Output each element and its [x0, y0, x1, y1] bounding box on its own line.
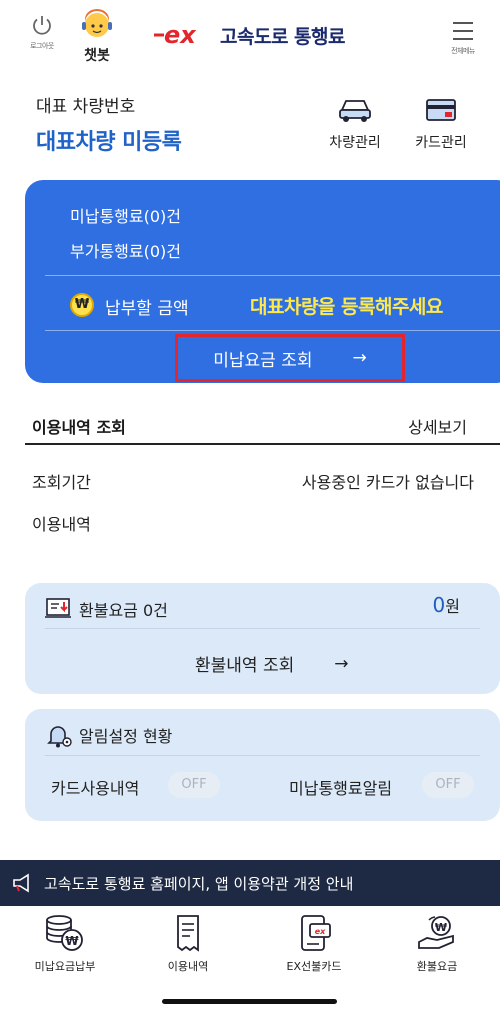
power-icon: [33, 16, 51, 35]
won-unit: 원: [445, 597, 460, 616]
refund-document-icon: [45, 598, 71, 618]
svg-text:ex: ex: [315, 927, 326, 936]
alert-settings-panel: 알림설정 현황 카드사용내역 OFF 미납통행료알림 OFF: [25, 709, 500, 821]
unpaid-alert-label: 미납통행료알림: [289, 779, 393, 798]
card-management-label: 카드관리: [415, 135, 467, 151]
bottom-navigation: ₩ 미납요금납부 이용내역 ex EX선불카드 ₩ 환불요금: [0, 906, 500, 1020]
logout-label: 로그아웃: [30, 42, 54, 50]
divider: [45, 330, 500, 331]
home-indicator[interactable]: [162, 999, 337, 1004]
app-title: 고속도로 통행료: [220, 25, 345, 48]
usage-section-title: 이용내역 조회: [32, 418, 126, 437]
refund-panel: 환불요금 0건 0원 환불내역 조회 →: [25, 583, 500, 694]
card-icon: [426, 99, 456, 121]
vehicle-management-label: 차량관리: [329, 135, 381, 151]
coin-stack-icon: ₩: [46, 915, 83, 951]
unpaid-alert-toggle[interactable]: OFF: [422, 772, 474, 798]
refund-amount-value: 0: [432, 593, 446, 617]
unpaid-toll-count[interactable]: 미납통행료(0)건: [70, 203, 181, 227]
won-coin-icon: ₩: [70, 293, 94, 317]
vehicle-number-label: 대표 차량번호: [36, 97, 136, 117]
svg-text:₩: ₩: [65, 934, 79, 948]
alert-settings-title: 알림설정 현황: [79, 727, 173, 746]
nav-label: 환불요금: [416, 960, 458, 973]
usage-detail-link[interactable]: 상세보기: [408, 414, 467, 438]
chatbot-button[interactable]: 챗봇: [72, 8, 122, 65]
hamburger-icon: [440, 22, 486, 40]
megaphone-icon: [13, 873, 29, 893]
full-menu-button[interactable]: 전체메뉴: [440, 18, 486, 56]
refund-hand-icon: ₩: [418, 916, 454, 949]
unpaid-lookup-label: 미납요금 조회: [213, 350, 313, 371]
refund-count-label: 환불요금 0건: [79, 601, 168, 620]
brand: ex 고속도로 통행료: [152, 20, 345, 50]
arrow-right-icon: →: [352, 348, 367, 368]
nav-label: EX선불카드: [286, 960, 342, 973]
chatbot-label: 챗봇: [84, 48, 110, 64]
notice-banner[interactable]: 고속도로 통행료 홈페이지, 앱 이용약관 개정 안내: [0, 860, 500, 906]
bell-gear-icon: [47, 726, 72, 748]
nav-label: 이용내역: [167, 960, 209, 973]
chatbot-avatar-icon: [82, 9, 112, 37]
extra-toll-count[interactable]: 부가통행료(0)건: [70, 238, 181, 262]
svg-text:₩: ₩: [435, 921, 447, 934]
divider: [25, 443, 500, 445]
register-vehicle-message: 대표차량을 등록해주세요: [250, 296, 443, 318]
divider: [45, 755, 480, 756]
unpaid-lookup-button[interactable]: 미납요금 조회 →: [175, 334, 405, 382]
refund-lookup-label: 환불내역 조회: [195, 656, 295, 676]
history-label: 이용내역: [32, 515, 91, 534]
nav-usage-history[interactable]: 이용내역: [133, 912, 243, 974]
ex-logo-icon: ex: [154, 21, 197, 49]
divider: [45, 275, 500, 276]
car-icon: [339, 100, 371, 122]
logout-button[interactable]: 로그아웃: [22, 14, 62, 51]
divider: [45, 628, 480, 629]
refund-amount: 0원: [433, 593, 460, 617]
vehicle-number-value: 대표차량 미등록: [36, 130, 182, 155]
card-usage-alert-label: 카드사용내역: [51, 779, 140, 798]
app-header: 로그아웃 챗봇 ex 고속도로 통행료 전체메뉴: [0, 0, 500, 80]
receipt-icon: [177, 915, 199, 952]
ex-logo-text: ex: [164, 21, 197, 49]
card-usage-toggle[interactable]: OFF: [168, 772, 220, 798]
arrow-right-icon: →: [334, 653, 349, 674]
no-card-message: 사용중인 카드가 없습니다: [301, 473, 474, 492]
menu-label: 전체메뉴: [451, 47, 475, 55]
prepaid-card-icon: ex: [301, 915, 331, 951]
period-label: 조회기간: [32, 473, 91, 492]
nav-label: 미납요금납부: [34, 960, 96, 973]
card-management-button[interactable]: 카드관리: [406, 96, 476, 152]
vehicle-management-button[interactable]: 차량관리: [320, 96, 390, 152]
pay-amount-label: 납부할 금액: [105, 299, 189, 319]
nav-refund[interactable]: ₩ 환불요금: [382, 912, 492, 974]
nav-prepaid-card[interactable]: ex EX선불카드: [259, 912, 369, 974]
nav-unpaid-payment[interactable]: ₩ 미납요금납부: [10, 912, 120, 974]
toll-summary-card: 미납통행료(0)건 부가통행료(0)건 ₩ 납부할 금액 대표차량을 등록해주세…: [25, 180, 500, 383]
notice-text: 고속도로 통행료 홈페이지, 앱 이용약관 개정 안내: [44, 874, 354, 893]
refund-lookup-button[interactable]: 환불내역 조회 →: [195, 651, 349, 677]
